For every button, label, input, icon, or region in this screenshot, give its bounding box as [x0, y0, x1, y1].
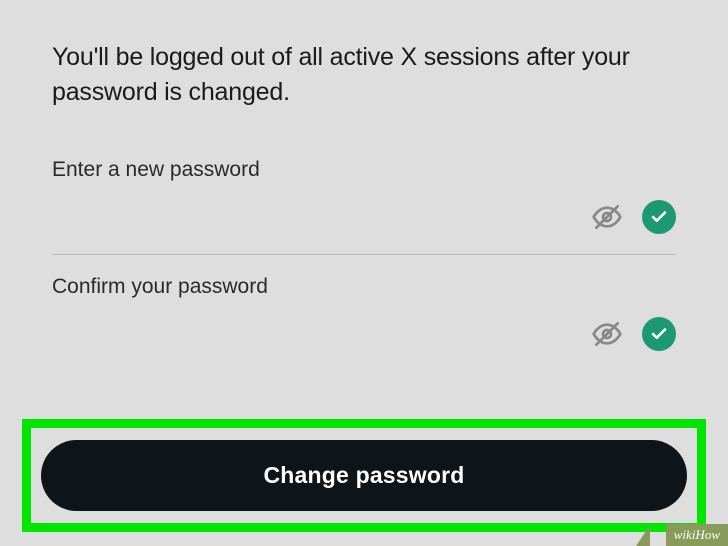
- confirm-password-label: Confirm your password: [52, 275, 676, 299]
- change-password-button[interactable]: Change password: [41, 440, 687, 511]
- highlight-box: Change password: [22, 419, 706, 532]
- eye-slash-icon[interactable]: [590, 317, 624, 351]
- new-password-label: Enter a new password: [52, 158, 676, 182]
- confirm-password-row[interactable]: [52, 317, 676, 361]
- eye-slash-icon[interactable]: [590, 200, 624, 234]
- watermark: wikiHow: [666, 524, 728, 546]
- new-password-row[interactable]: [52, 200, 676, 255]
- check-icon: [642, 200, 676, 234]
- logout-warning-text: You'll be logged out of all active X ses…: [52, 40, 676, 110]
- confirm-password-group: Confirm your password: [52, 275, 676, 361]
- check-icon: [642, 317, 676, 351]
- watermark-tab: [636, 525, 650, 546]
- new-password-group: Enter a new password: [52, 158, 676, 255]
- password-change-form: You'll be logged out of all active X ses…: [0, 0, 728, 361]
